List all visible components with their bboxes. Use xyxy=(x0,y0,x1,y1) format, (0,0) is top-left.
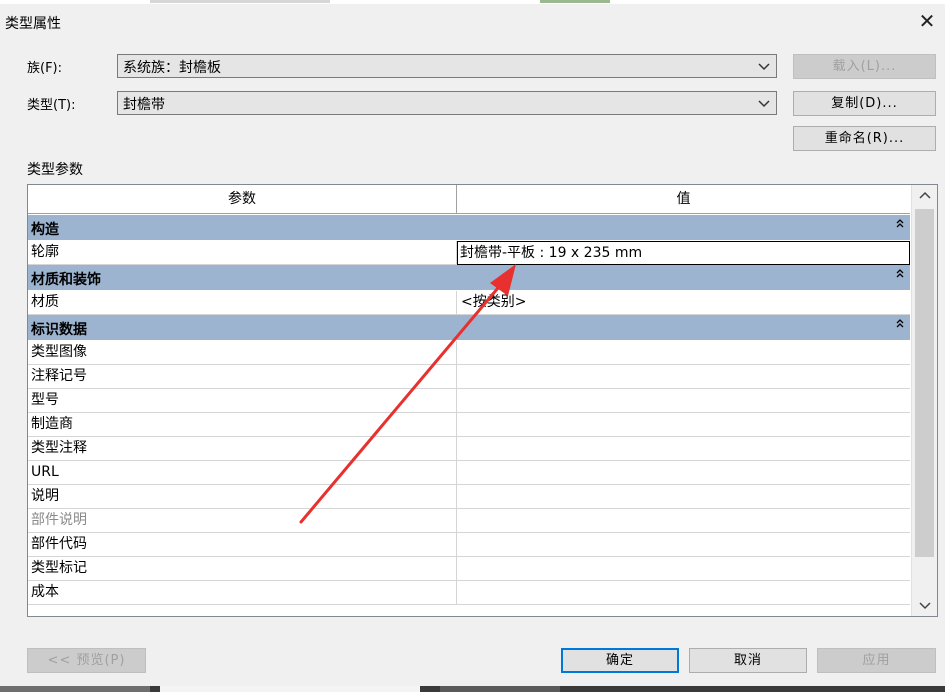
collapse-icon[interactable] xyxy=(894,317,906,329)
type-parameters-grid: 参数 值 构造 轮廓 封檐带-平板 : 19 x 235 mm 材质和装饰 材质… xyxy=(27,184,938,617)
param-value-field[interactable] xyxy=(458,557,910,581)
group-header-construction[interactable]: 构造 xyxy=(28,215,910,241)
scroll-up-icon[interactable] xyxy=(912,185,938,207)
type-combobox[interactable]: 封檐带 xyxy=(117,91,777,115)
family-value: 系统族：封檐板 xyxy=(123,60,221,76)
group-header-identity-data[interactable]: 标识数据 xyxy=(28,315,910,341)
param-value-field[interactable] xyxy=(458,413,910,437)
family-label: 族(F): xyxy=(27,61,63,76)
param-name: 部件代码 xyxy=(28,533,457,557)
param-name: 说明 xyxy=(28,485,457,509)
table-row[interactable]: 部件代码 xyxy=(28,533,910,557)
grid-header: 参数 值 xyxy=(28,185,910,214)
profile-value-field[interactable]: 封檐带-平板 : 19 x 235 mm xyxy=(457,241,910,265)
group-header-materials[interactable]: 材质和装饰 xyxy=(28,265,910,291)
table-row[interactable]: 类型注释 xyxy=(28,437,910,461)
preview-button[interactable]: << 预览(P) xyxy=(27,648,146,673)
param-value-field[interactable] xyxy=(458,437,910,461)
param-name: 部件说明 xyxy=(28,509,457,533)
close-icon[interactable]: ✕ xyxy=(917,10,937,32)
dialog-title: 类型属性 xyxy=(5,16,61,32)
param-value-field[interactable] xyxy=(458,341,910,365)
group-label: 材质和装饰 xyxy=(31,272,101,288)
param-value-field[interactable] xyxy=(458,461,910,485)
type-value: 封檐带 xyxy=(123,97,165,113)
table-row[interactable]: 材质 <按类别> xyxy=(28,291,910,315)
group-label: 标识数据 xyxy=(31,322,87,338)
scroll-down-icon[interactable] xyxy=(912,594,938,616)
param-name: 材质 xyxy=(28,291,457,315)
duplicate-button[interactable]: 复制(D)... xyxy=(793,91,936,116)
param-name: 轮廓 xyxy=(28,241,457,265)
column-header-parameter[interactable]: 参数 xyxy=(28,185,457,213)
vertical-scrollbar[interactable] xyxy=(911,185,937,616)
grid-rows: 构造 轮廓 封檐带-平板 : 19 x 235 mm 材质和装饰 材质 <按类别… xyxy=(28,215,910,605)
param-value-field[interactable] xyxy=(458,581,910,605)
family-combobox[interactable]: 系统族：封檐板 xyxy=(117,54,777,78)
background-strip-bottom xyxy=(0,686,945,692)
table-row[interactable]: 制造商 xyxy=(28,413,910,437)
param-name: 注释记号 xyxy=(28,365,457,389)
column-header-value[interactable]: 值 xyxy=(457,185,910,213)
param-value-field[interactable] xyxy=(458,509,910,533)
table-row[interactable]: 轮廓 封檐带-平板 : 19 x 235 mm xyxy=(28,241,910,265)
table-row[interactable]: 类型标记 xyxy=(28,557,910,581)
scrollbar-thumb[interactable] xyxy=(915,209,934,557)
table-row[interactable]: URL xyxy=(28,461,910,485)
type-parameters-label: 类型参数 xyxy=(27,162,83,178)
param-name: URL xyxy=(28,461,457,485)
param-name: 制造商 xyxy=(28,413,457,437)
param-value-field[interactable] xyxy=(458,365,910,389)
table-row[interactable]: 说明 xyxy=(28,485,910,509)
chevron-down-icon xyxy=(758,63,770,71)
apply-button[interactable]: 应用 xyxy=(817,648,936,673)
chevron-down-icon xyxy=(758,100,770,108)
param-name: 类型图像 xyxy=(28,341,457,365)
ok-button[interactable]: 确定 xyxy=(561,648,679,673)
param-value-field[interactable] xyxy=(458,389,910,413)
rename-button[interactable]: 重命名(R)... xyxy=(793,126,936,151)
table-row[interactable]: 成本 xyxy=(28,581,910,605)
param-name: 成本 xyxy=(28,581,457,605)
param-name: 类型标记 xyxy=(28,557,457,581)
background-strip-top xyxy=(0,0,945,4)
material-value-field[interactable]: <按类别> xyxy=(458,291,910,315)
param-name: 类型注释 xyxy=(28,437,457,461)
param-name: 型号 xyxy=(28,389,457,413)
table-row[interactable]: 部件说明 xyxy=(28,509,910,533)
param-value-field[interactable] xyxy=(458,485,910,509)
collapse-icon[interactable] xyxy=(894,217,906,229)
cancel-button[interactable]: 取消 xyxy=(689,648,807,673)
table-row[interactable]: 型号 xyxy=(28,389,910,413)
param-value-field[interactable] xyxy=(458,533,910,557)
type-label: 类型(T): xyxy=(27,98,76,113)
table-row[interactable]: 注释记号 xyxy=(28,365,910,389)
group-label: 构造 xyxy=(31,222,59,238)
table-row[interactable]: 类型图像 xyxy=(28,341,910,365)
load-button[interactable]: 载入(L)... xyxy=(793,54,936,79)
collapse-icon[interactable] xyxy=(894,267,906,279)
